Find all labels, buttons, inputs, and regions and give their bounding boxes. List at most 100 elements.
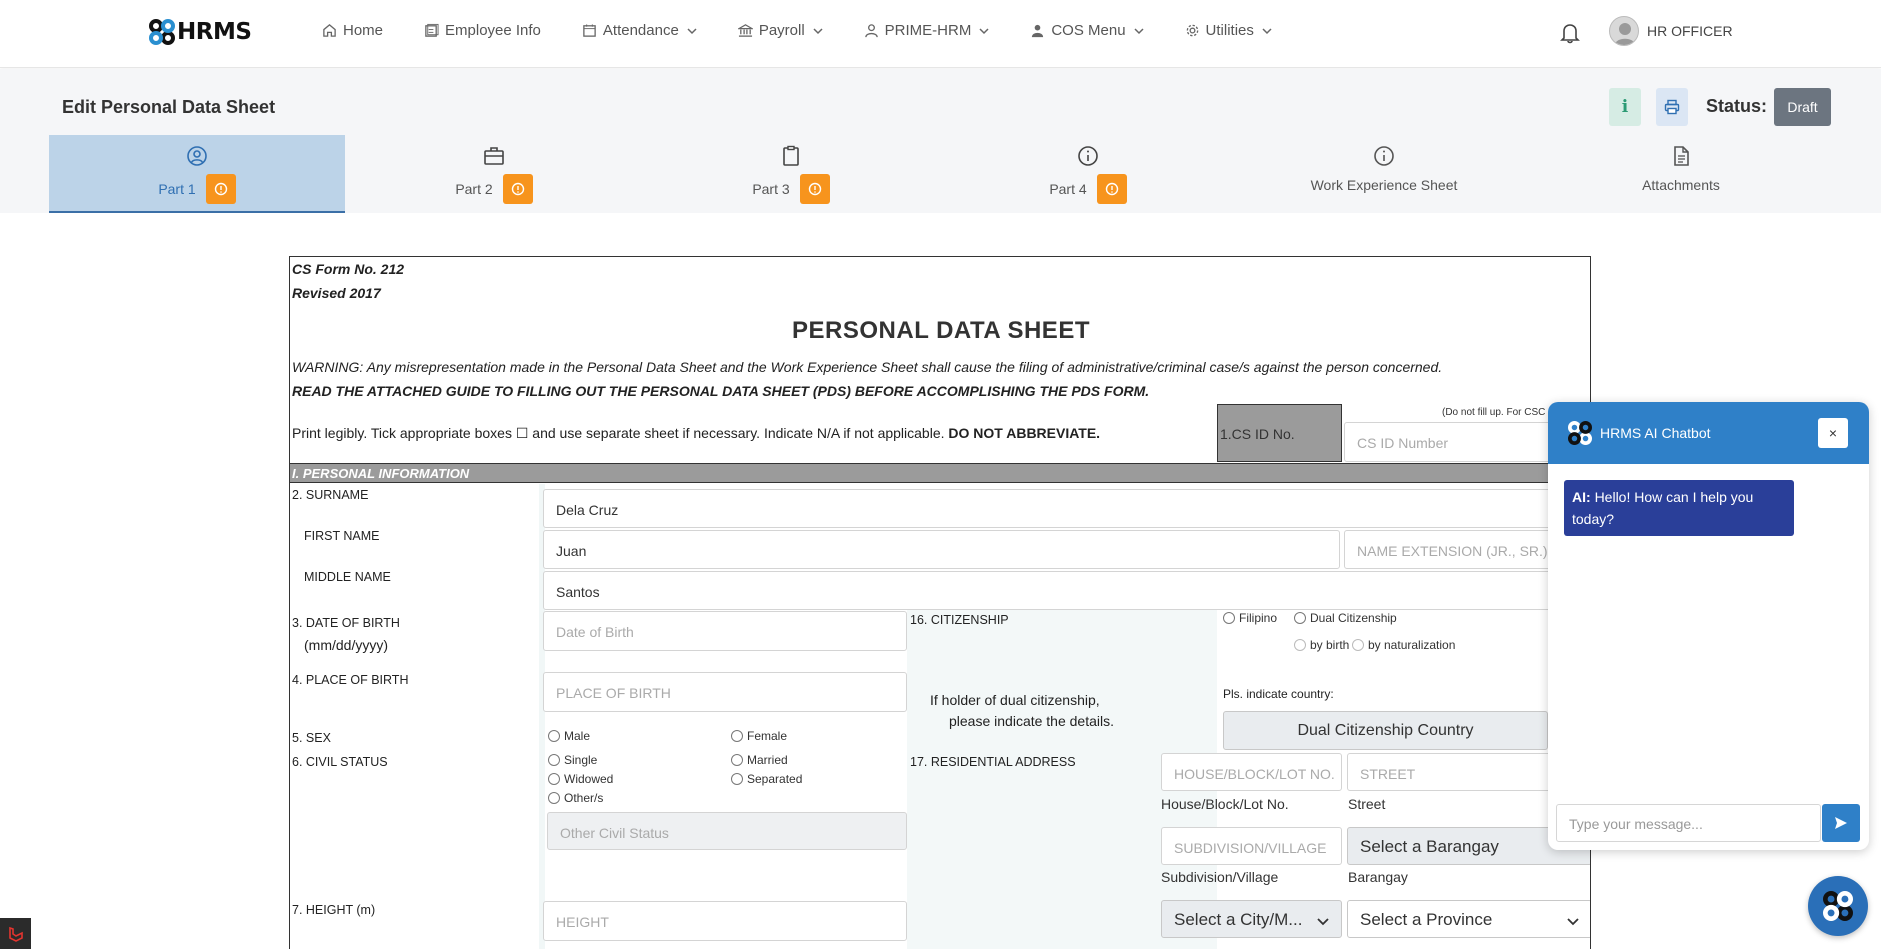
nav-employee-info[interactable]: Employee Info: [424, 22, 541, 39]
do-not-abbreviate: DO NOT ABBREVIATE.: [948, 425, 1101, 441]
city-select[interactable]: Select a City/M...: [1161, 900, 1342, 938]
chatbot-title: HRMS AI Chatbot: [1600, 425, 1711, 441]
civil-widowed-radio[interactable]: Widowed: [548, 772, 613, 786]
cs-id-input[interactable]: CS ID Number: [1344, 422, 1554, 462]
height-label: 7. HEIGHT (m): [292, 903, 376, 917]
document-icon: [1674, 146, 1689, 166]
civil-single-radio[interactable]: Single: [548, 753, 597, 767]
nav-payroll[interactable]: Payroll: [737, 22, 823, 39]
nav-label: Employee Info: [445, 22, 541, 39]
first-name-label: FIRST NAME: [304, 529, 380, 543]
alert-circle-icon: [808, 182, 821, 196]
bell-icon[interactable]: [1560, 22, 1580, 44]
pob-label: 4. PLACE OF BIRTH: [292, 673, 409, 687]
province-select[interactable]: Select a Province: [1347, 900, 1590, 938]
cs-id-label: 1.CS ID No.: [1217, 404, 1342, 462]
dual-by-naturalization-radio[interactable]: by naturalization: [1352, 638, 1455, 652]
info-button[interactable]: i: [1609, 88, 1641, 126]
tab-label: Attachments: [1642, 177, 1720, 193]
chatbot-close-button[interactable]: ×: [1818, 418, 1848, 448]
chat-send-button[interactable]: [1822, 804, 1860, 842]
debug-toolbar-toggle[interactable]: [0, 918, 31, 949]
hrms-logo-icon: [1568, 421, 1592, 445]
alert-circle-icon: [1105, 182, 1118, 196]
civil-married-radio[interactable]: Married: [731, 753, 788, 767]
dual-by-birth-radio[interactable]: by birth: [1294, 638, 1349, 652]
citizenship-dual-radio[interactable]: Dual Citizenship: [1294, 611, 1397, 625]
bank-icon: [737, 24, 753, 37]
form-title: PERSONAL DATA SHEET: [792, 317, 1090, 344]
tab-label: Part 3: [752, 181, 790, 197]
street-input[interactable]: STREET: [1347, 753, 1557, 791]
status-badge: Draft: [1774, 88, 1831, 126]
home-icon: [323, 24, 336, 37]
print-button[interactable]: [1656, 88, 1688, 126]
calendar-icon: [583, 24, 596, 37]
tab-part-1[interactable]: Part 1: [49, 135, 345, 213]
info-circle-icon: [1078, 146, 1098, 166]
printer-icon: [1664, 99, 1680, 115]
nav-utilities[interactable]: Utilities: [1185, 22, 1272, 39]
id-card-icon: [425, 23, 439, 37]
top-navbar: HRMS Home Employee Info Attendance Payro…: [0, 0, 1881, 68]
pds-form: CS Form No. 212 Revised 2017 PERSONAL DA…: [289, 256, 1591, 949]
middle-name-label: MIDDLE NAME: [304, 570, 391, 584]
nav-label: Home: [343, 22, 384, 39]
citizenship-filipino-radio[interactable]: Filipino: [1223, 611, 1277, 625]
dob-input[interactable]: Date of Birth: [543, 611, 907, 651]
user-menu[interactable]: HR OFFICER: [1609, 16, 1733, 46]
height-input[interactable]: HEIGHT: [543, 901, 907, 941]
csc-note: (Do not fill up. For CSC: [1442, 407, 1546, 418]
logo-text: HRMS: [177, 19, 252, 45]
residential-address-label: 17. RESIDENTIAL ADDRESS: [910, 755, 1076, 769]
warning-badge: [799, 174, 830, 204]
nav-home[interactable]: Home: [322, 22, 383, 39]
ai-prefix: AI:: [1572, 489, 1591, 505]
chatbot-toggle-button[interactable]: [1808, 876, 1868, 936]
tab-part-2[interactable]: Part 2: [346, 135, 642, 213]
info-circle-icon: [1374, 146, 1394, 166]
nav-prime-hrm[interactable]: PRIME-HRM: [864, 22, 990, 39]
middle-name-input[interactable]: Santos: [543, 571, 1590, 610]
tab-part-3[interactable]: Part 3: [643, 135, 939, 213]
send-icon: [1835, 817, 1847, 829]
warning-badge: [502, 174, 533, 204]
house-number-input[interactable]: HOUSE/BLOCK/LOT NO.: [1161, 753, 1342, 791]
alert-circle-icon: [214, 182, 227, 196]
dual-citizenship-country-select[interactable]: Dual Citizenship Country: [1223, 711, 1548, 750]
tab-label: Part 4: [1049, 181, 1087, 197]
user-icon: [864, 24, 878, 38]
form-revised: Revised 2017: [292, 285, 381, 301]
other-civil-status-input[interactable]: Other Civil Status: [547, 812, 907, 850]
laravel-icon: [8, 926, 23, 942]
nav-cos-menu[interactable]: COS Menu: [1030, 22, 1144, 39]
subdivision-input[interactable]: SUBDIVISION/VILLAGE: [1161, 827, 1342, 865]
pob-input[interactable]: PLACE OF BIRTH: [543, 672, 907, 712]
nav-attendance[interactable]: Attendance: [582, 22, 697, 39]
sex-label: 5. SEX: [292, 731, 331, 745]
page-title: Edit Personal Data Sheet: [62, 97, 276, 117]
tab-label: Part 2: [455, 181, 493, 197]
civil-others-radio[interactable]: Other/s: [548, 791, 603, 805]
street-sublabel: Street: [1348, 796, 1386, 812]
brand-logo[interactable]: HRMS: [149, 19, 252, 45]
surname-input[interactable]: Dela Cruz: [543, 489, 1590, 528]
read-guide-text: READ THE ATTACHED GUIDE TO FILLING OUT T…: [292, 383, 1150, 399]
tab-work-experience[interactable]: Work Experience Sheet: [1236, 135, 1532, 213]
sex-male-radio[interactable]: Male: [548, 729, 590, 743]
chevron-down-icon: [813, 27, 823, 34]
dual-note-line-1: If holder of dual citizenship,: [930, 692, 1100, 708]
tab-label: Work Experience Sheet: [1310, 177, 1458, 193]
chat-message-input[interactable]: Type your message...: [1556, 804, 1821, 842]
tab-attachments[interactable]: Attachments: [1533, 135, 1829, 213]
first-name-input[interactable]: Juan: [543, 530, 1340, 569]
clipboard-icon: [783, 145, 799, 166]
person-icon: [1032, 24, 1044, 38]
status-label: Status:: [1706, 96, 1768, 116]
dob-format-label: (mm/dd/yyyy): [304, 637, 388, 653]
nav-label: Payroll: [758, 22, 805, 39]
civil-separated-radio[interactable]: Separated: [731, 772, 802, 786]
main-nav: Home Employee Info Attendance Payroll PR…: [322, 22, 1313, 39]
sex-female-radio[interactable]: Female: [731, 729, 787, 743]
tab-part-4[interactable]: Part 4: [940, 135, 1236, 213]
